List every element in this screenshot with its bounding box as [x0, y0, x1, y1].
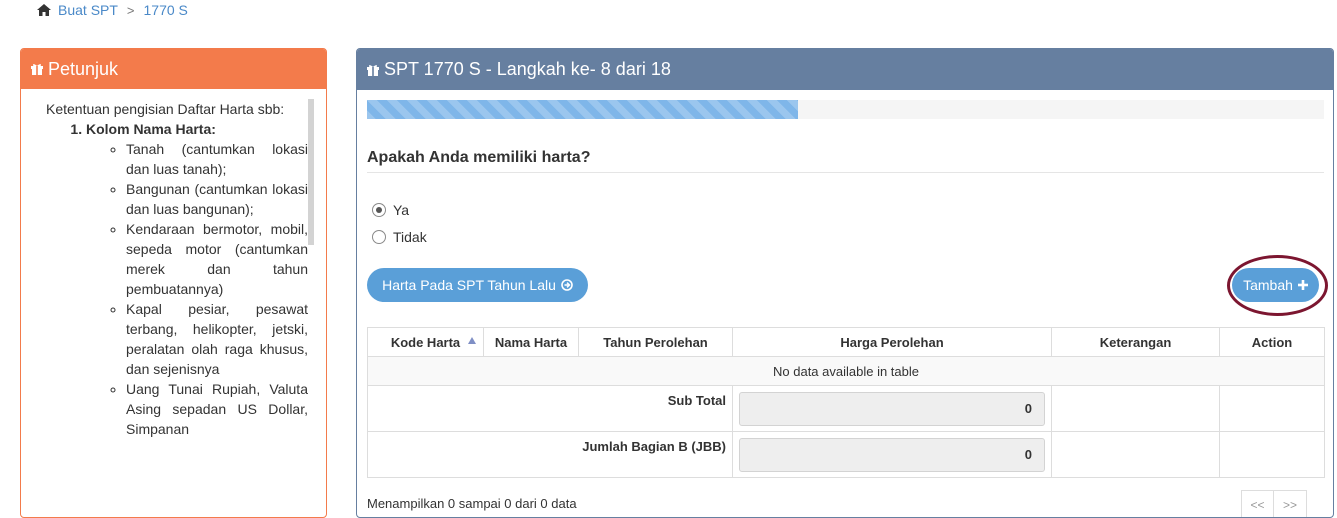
add-asset-label: Tambah	[1243, 277, 1293, 293]
column-header-action[interactable]: Action	[1219, 327, 1325, 357]
list-item: Kapal pesiar, pesawat terbang, helikopte…	[126, 299, 308, 379]
instructions-panel: Petunjuk Ketentuan pengisian Daftar Hart…	[20, 48, 327, 518]
instructions-content: Ketentuan pengisian Daftar Harta sbb: Ko…	[21, 99, 308, 517]
column-header-keterangan[interactable]: Keterangan	[1051, 327, 1220, 357]
breadcrumb-separator: >	[126, 2, 135, 18]
prev-year-assets-button[interactable]: Harta Pada SPT Tahun Lalu	[367, 268, 588, 302]
instructions-intro: Ketentuan pengisian Daftar Harta sbb:	[46, 101, 285, 117]
radio-option-tidak[interactable]: Tidak	[372, 229, 427, 245]
breadcrumb-link-1770s[interactable]: 1770 S	[144, 2, 188, 18]
column-label: Action	[1251, 334, 1293, 350]
subtotal-value: 0	[739, 391, 1045, 426]
instructions-panel-header: Petunjuk	[21, 49, 326, 89]
jbb-cell: 0	[732, 431, 1052, 478]
home-icon	[37, 4, 51, 16]
add-asset-button[interactable]: Tambah	[1232, 268, 1319, 302]
column-header-nama-harta[interactable]: Nama Harta	[483, 327, 579, 357]
column-header-kode-harta[interactable]: Kode Harta	[367, 327, 484, 357]
asset-type-list: Tanah (cantumkan lokasi dan luas tanah);…	[86, 139, 308, 439]
table-info: Menampilkan 0 sampai 0 dari 0 data	[367, 496, 577, 511]
column-label: Keterangan	[1099, 334, 1172, 350]
pagination-next[interactable]: >>	[1274, 490, 1307, 517]
breadcrumb-link-buat-spt[interactable]: Buat SPT	[58, 2, 118, 18]
subtotal-action-cell	[1219, 385, 1325, 432]
section-heading: Kolom Nama Harta:	[86, 121, 216, 137]
column-label: Tahun Perolehan	[603, 334, 708, 350]
jbb-label: Jumlah Bagian B (JBB)	[367, 431, 733, 478]
pagination-prev[interactable]: <<	[1241, 490, 1274, 517]
instructions-panel-title: Petunjuk	[48, 58, 119, 79]
jbb-value: 0	[739, 437, 1045, 472]
instructions-section: Kolom Nama Harta: Tanah (cantumkan lokas…	[86, 119, 308, 439]
jbb-keterangan-cell	[1051, 431, 1220, 478]
spt-step-header: SPT 1770 S - Langkah ke- 8 dari 18	[357, 49, 1333, 90]
list-item: Bangunan (cantumkan lokasi dan luas bang…	[126, 179, 308, 219]
radio-option-ya[interactable]: Ya	[372, 202, 409, 218]
circle-arrow-icon	[561, 279, 573, 291]
instructions-scrollbar[interactable]	[308, 99, 314, 245]
column-header-tahun-perolehan[interactable]: Tahun Perolehan	[578, 327, 733, 357]
spt-step-title: SPT 1770 S - Langkah ke- 8 dari 18	[384, 59, 671, 79]
subtotal-cell: 0	[732, 385, 1052, 432]
radio-label: Tidak	[393, 229, 427, 245]
list-item: Tanah (cantumkan lokasi dan luas tanah);	[126, 139, 308, 179]
step-progress-fill	[367, 100, 798, 119]
instructions-list: Kolom Nama Harta: Tanah (cantumkan lokas…	[46, 119, 308, 439]
table-row: No data available in table	[367, 356, 1325, 386]
column-label: Kode Harta	[390, 334, 461, 350]
gift-icon	[31, 64, 43, 75]
jbb-row: Jumlah Bagian B (JBB) 0	[367, 431, 1325, 478]
list-item: Kendaraan bermotor, mobil, sepeda motor …	[126, 219, 308, 299]
column-label: Nama Harta	[494, 334, 568, 350]
prev-year-assets-label: Harta Pada SPT Tahun Lalu	[382, 277, 556, 293]
subtotal-keterangan-cell	[1051, 385, 1220, 432]
radio-button[interactable]	[372, 203, 386, 217]
sort-asc-icon	[468, 337, 476, 344]
question-title: Apakah Anda memiliki harta?	[367, 149, 1324, 173]
column-label: Harga Perolehan	[840, 334, 944, 350]
subtotal-row: Sub Total 0	[367, 385, 1325, 432]
table-header-row: Kode Harta Nama Harta Tahun Perolehan Ha…	[367, 327, 1325, 357]
step-progress-bar	[367, 100, 1324, 119]
column-header-harga-perolehan[interactable]: Harga Perolehan	[732, 327, 1052, 357]
jbb-action-cell	[1219, 431, 1325, 478]
breadcrumb: Buat SPT > 1770 S	[37, 2, 188, 18]
list-item: Uang Tunai Rupiah, Valuta Asing sepadan …	[126, 379, 308, 439]
pagination: << >>	[1241, 490, 1307, 517]
assets-table: Kode Harta Nama Harta Tahun Perolehan Ha…	[367, 327, 1325, 478]
subtotal-label: Sub Total	[367, 385, 733, 432]
plus-icon	[1297, 280, 1308, 290]
empty-table-message: No data available in table	[367, 356, 1325, 386]
gift-icon	[367, 64, 379, 76]
radio-label: Ya	[393, 202, 410, 218]
radio-button[interactable]	[372, 230, 386, 244]
spt-step-panel: SPT 1770 S - Langkah ke- 8 dari 18 Apaka…	[356, 48, 1334, 518]
